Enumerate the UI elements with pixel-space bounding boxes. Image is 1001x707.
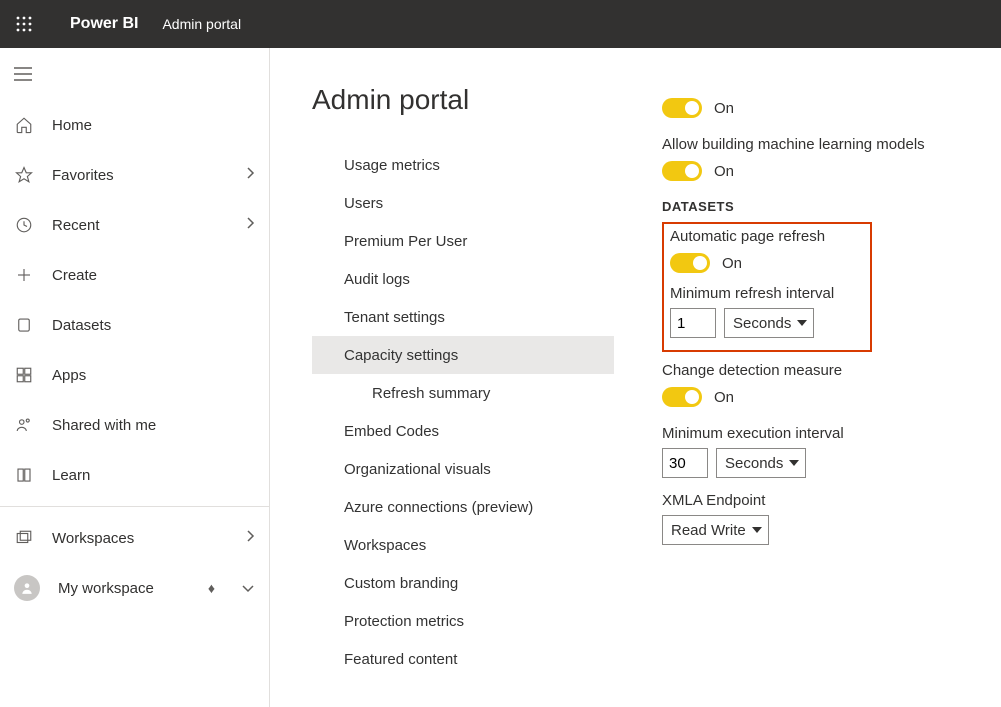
page-name-header: Admin portal xyxy=(162,16,241,32)
admin-nav-azure-connections[interactable]: Azure connections (preview) xyxy=(312,488,614,526)
chevron-right-icon xyxy=(245,216,255,234)
setting-allow-ml-label: Allow building machine learning models xyxy=(662,136,989,153)
toggle-label: On xyxy=(714,163,734,180)
chevron-down-icon xyxy=(241,580,255,597)
sidebar-item-apps[interactable]: Apps xyxy=(0,350,269,400)
apps-icon xyxy=(14,365,34,385)
sidebar-item-datasets[interactable]: Datasets xyxy=(0,300,269,350)
admin-nav-users[interactable]: Users xyxy=(312,184,614,222)
app-name[interactable]: Power BI xyxy=(70,15,138,33)
sidebar-item-create[interactable]: Create xyxy=(0,250,269,300)
sidebar-item-label: Recent xyxy=(52,217,227,234)
admin-nav-embed-codes[interactable]: Embed Codes xyxy=(312,412,614,450)
sidebar-item-label: Favorites xyxy=(52,167,227,184)
admin-nav-column: Admin portal Usage metrics Users Premium… xyxy=(312,84,614,707)
min-exec-interval-input[interactable] xyxy=(662,448,708,478)
admin-nav-featured-content[interactable]: Featured content xyxy=(312,640,614,678)
admin-nav-organizational-visuals[interactable]: Organizational visuals xyxy=(312,450,614,488)
admin-nav-audit-logs[interactable]: Audit logs xyxy=(312,260,614,298)
min-refresh-interval-input[interactable] xyxy=(670,308,716,338)
sidebar-item-shared[interactable]: Shared with me xyxy=(0,400,269,450)
sidebar-item-label: Workspaces xyxy=(52,530,227,547)
premium-diamond-icon: ♦ xyxy=(208,580,215,596)
sidebar-item-label: Apps xyxy=(52,367,255,384)
sidebar-item-label: Shared with me xyxy=(52,417,255,434)
navigation-sidebar: Home Favorites Recent Create Datasets xyxy=(0,48,270,707)
sidebar-item-recent[interactable]: Recent xyxy=(0,200,269,250)
min-exec-unit-select[interactable]: Seconds xyxy=(716,448,806,478)
sidebar-item-workspaces[interactable]: Workspaces xyxy=(0,513,269,563)
xmla-endpoint-select[interactable]: Read Write xyxy=(662,515,769,545)
setting-xmla-label: XMLA Endpoint xyxy=(662,492,989,509)
min-refresh-unit-select[interactable]: Seconds xyxy=(724,308,814,338)
sidebar-item-learn[interactable]: Learn xyxy=(0,450,269,500)
shared-icon xyxy=(14,415,34,435)
main-content: Admin portal Usage metrics Users Premium… xyxy=(270,48,1001,707)
top-header: Power BI Admin portal xyxy=(0,0,1001,48)
toggle-generic-on[interactable] xyxy=(662,98,702,118)
sidebar-item-label: Create xyxy=(52,267,255,284)
book-icon xyxy=(14,465,34,485)
home-icon xyxy=(14,115,34,135)
sidebar-item-my-workspace[interactable]: My workspace ♦ xyxy=(0,563,269,613)
toggle-label: On xyxy=(714,389,734,406)
toggle-label: On xyxy=(714,100,734,117)
sidebar-item-label: Datasets xyxy=(52,317,255,334)
toggle-change-detection[interactable] xyxy=(662,387,702,407)
app-launcher-icon[interactable] xyxy=(8,8,40,40)
admin-nav-workspaces[interactable]: Workspaces xyxy=(312,526,614,564)
admin-nav-custom-branding[interactable]: Custom branding xyxy=(312,564,614,602)
admin-nav-protection-metrics[interactable]: Protection metrics xyxy=(312,602,614,640)
setting-auto-refresh-label: Automatic page refresh xyxy=(670,228,864,245)
sidebar-item-label: My workspace xyxy=(58,580,190,597)
page-title: Admin portal xyxy=(312,84,614,116)
sidebar-item-label: Home xyxy=(52,117,255,134)
admin-nav-capacity-settings[interactable]: Capacity settings xyxy=(312,336,614,374)
workspaces-icon xyxy=(14,528,34,548)
sidebar-item-favorites[interactable]: Favorites xyxy=(0,150,269,200)
admin-nav-usage-metrics[interactable]: Usage metrics xyxy=(312,146,614,184)
settings-panel: On Allow building machine learning model… xyxy=(662,84,1001,707)
plus-icon xyxy=(14,265,34,285)
chevron-right-icon xyxy=(245,166,255,184)
chevron-right-icon xyxy=(245,529,255,547)
avatar-icon xyxy=(14,575,40,601)
toggle-auto-refresh[interactable] xyxy=(670,253,710,273)
section-heading-datasets: DATASETS xyxy=(662,199,989,214)
highlight-box-auto-refresh: Automatic page refresh On Minimum refres… xyxy=(662,222,872,352)
clock-icon xyxy=(14,215,34,235)
star-icon xyxy=(14,165,34,185)
toggle-allow-ml[interactable] xyxy=(662,161,702,181)
nav-separator xyxy=(0,506,269,507)
sidebar-item-label: Learn xyxy=(52,467,255,484)
nav-collapse-button[interactable] xyxy=(0,54,269,94)
database-icon xyxy=(14,315,34,335)
admin-nav-premium-per-user[interactable]: Premium Per User xyxy=(312,222,614,260)
sidebar-item-home[interactable]: Home xyxy=(0,100,269,150)
toggle-label: On xyxy=(722,255,742,272)
setting-min-refresh-label: Minimum refresh interval xyxy=(670,285,864,302)
admin-nav-refresh-summary[interactable]: Refresh summary xyxy=(312,374,614,412)
setting-change-detection-label: Change detection measure xyxy=(662,362,989,379)
admin-nav-tenant-settings[interactable]: Tenant settings xyxy=(312,298,614,336)
setting-min-exec-label: Minimum execution interval xyxy=(662,425,989,442)
